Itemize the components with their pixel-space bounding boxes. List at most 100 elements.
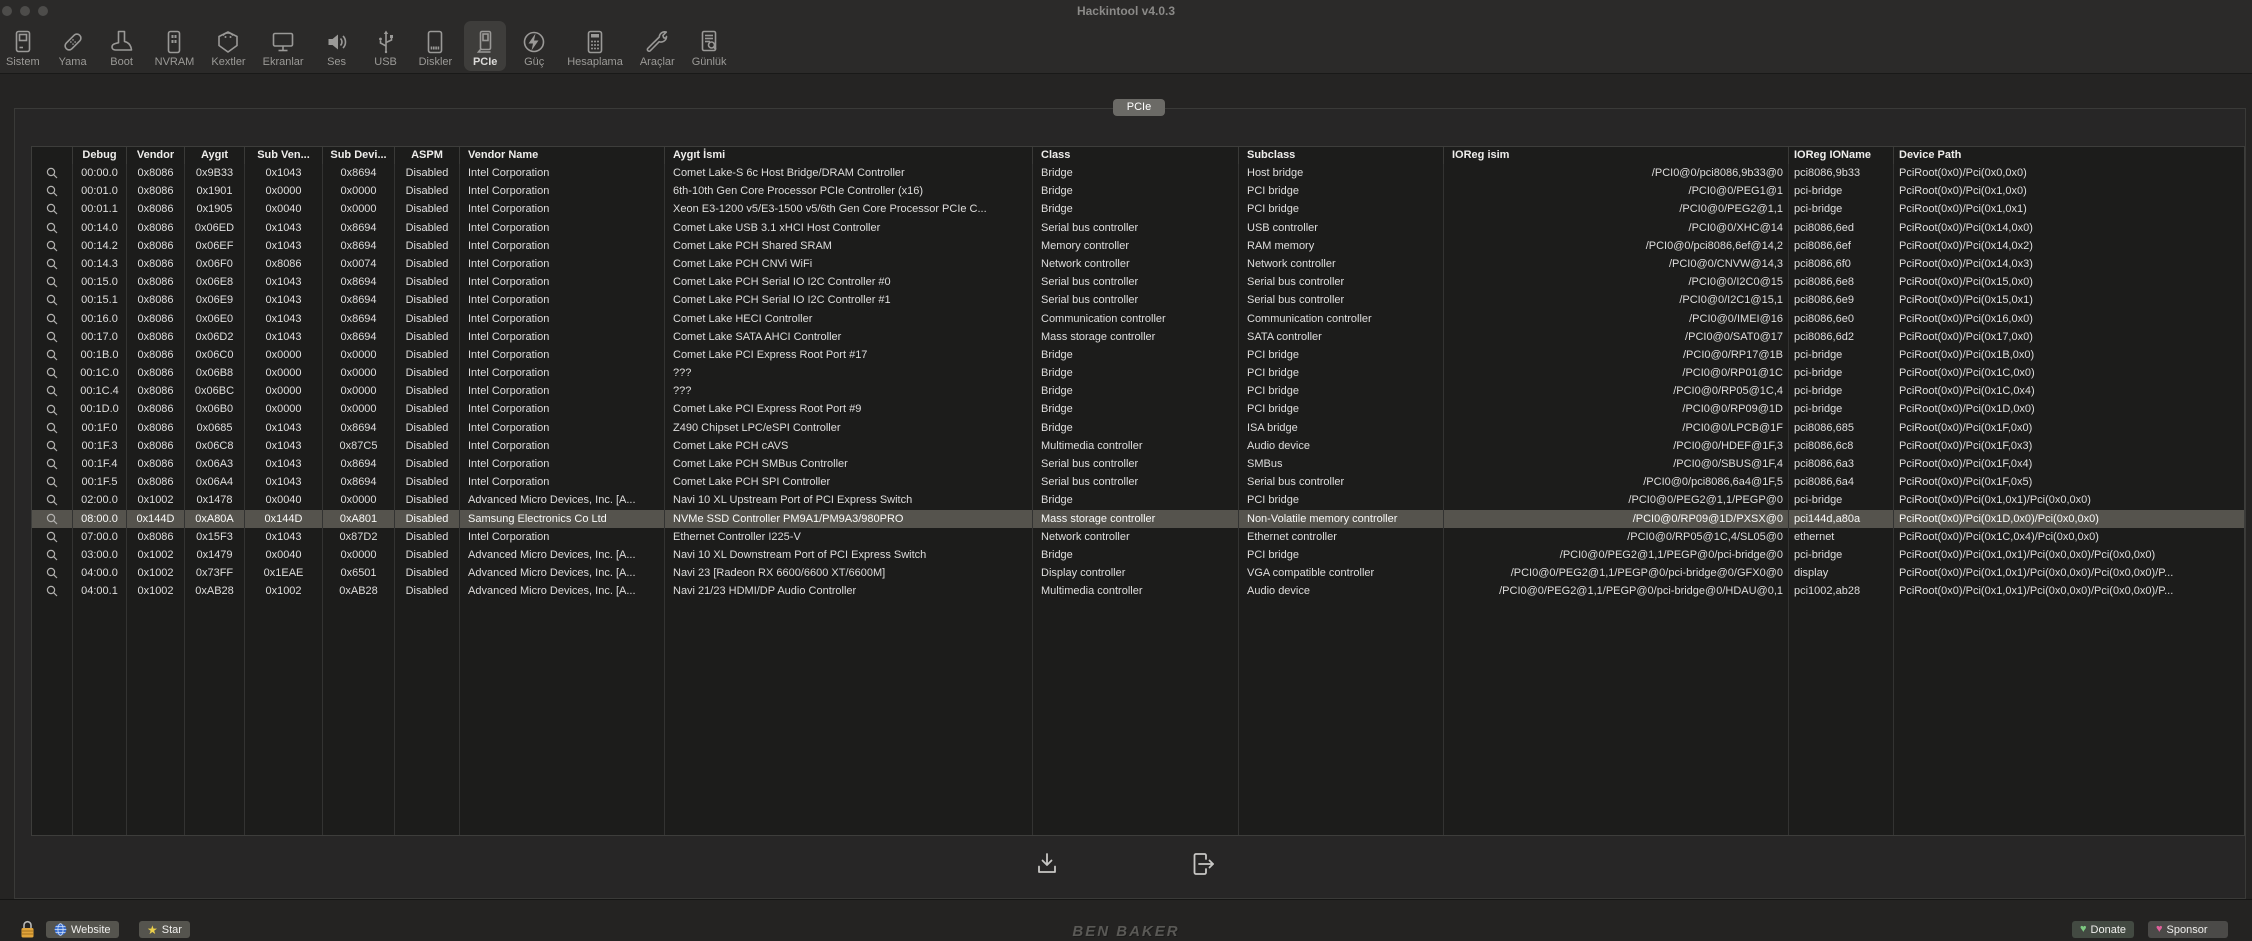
column-header-ioreg_ioname[interactable]: IOReg IOName	[1789, 147, 1894, 164]
table-row[interactable]: 00:15.1 0x8086 0x06E9 0x1043 0x8694 Disa…	[32, 291, 2244, 309]
inspect-button[interactable]	[32, 510, 73, 528]
inspect-button[interactable]	[32, 419, 73, 437]
table-row[interactable]: 00:17.0 0x8086 0x06D2 0x1043 0x8694 Disa…	[32, 328, 2244, 346]
inspect-button[interactable]	[32, 310, 73, 328]
table-row[interactable]: 00:1F.0 0x8086 0x0685 0x1043 0x8694 Disa…	[32, 419, 2244, 437]
cell-ioreg-ioname: pci8086,6d2	[1789, 328, 1894, 346]
cell-device: 0x06A4	[185, 473, 245, 491]
table-row[interactable]: 00:1C.4 0x8086 0x06BC 0x0000 0x0000 Disa…	[32, 382, 2244, 400]
inspect-button[interactable]	[32, 400, 73, 418]
column-header-debug[interactable]: Debug	[73, 147, 127, 164]
table-row[interactable]: 03:00.0 0x1002 0x1479 0x0040 0x0000 Disa…	[32, 546, 2244, 564]
cell-ioreg-name: /PCI0@0/RP09@1D/PXSX@0	[1444, 510, 1789, 528]
column-header-subclass[interactable]: Subclass	[1239, 147, 1444, 164]
inspect-button[interactable]	[32, 473, 73, 491]
table-row[interactable]: 00:1F.3 0x8086 0x06C8 0x1043 0x87C5 Disa…	[32, 437, 2244, 455]
toolbar-item-ses[interactable]: Ses	[316, 21, 358, 71]
toolbar-item-kextler[interactable]: Kextler	[206, 21, 250, 71]
cell-sub-vendor: 0x1043	[245, 473, 323, 491]
inspect-button[interactable]	[32, 200, 73, 218]
download-button[interactable]	[1032, 851, 1062, 879]
column-header-sub_device[interactable]: Sub Devi...	[323, 147, 395, 164]
cell-vendor-name: Intel Corporation	[460, 455, 665, 473]
table-row[interactable]: 00:16.0 0x8086 0x06E0 0x1043 0x8694 Disa…	[32, 310, 2244, 328]
toolbar-item-yama[interactable]: Yama	[52, 21, 94, 71]
inspect-button[interactable]	[32, 455, 73, 473]
table-row[interactable]: 00:1B.0 0x8086 0x06C0 0x0000 0x0000 Disa…	[32, 346, 2244, 364]
inspect-button[interactable]	[32, 546, 73, 564]
toolbar-item-araclar[interactable]: Araçlar	[635, 21, 680, 71]
table-row[interactable]: 00:14.2 0x8086 0x06EF 0x1043 0x8694 Disa…	[32, 237, 2244, 255]
table-row[interactable]: 00:1F.5 0x8086 0x06A4 0x1043 0x8694 Disa…	[32, 473, 2244, 491]
table-row[interactable]: 00:14.0 0x8086 0x06ED 0x1043 0x8694 Disa…	[32, 219, 2244, 237]
column-header-device[interactable]: Aygıt	[185, 147, 245, 164]
inspect-button[interactable]	[32, 346, 73, 364]
toolbar-item-hesaplama[interactable]: Hesaplama	[562, 21, 628, 71]
inspect-button[interactable]	[32, 437, 73, 455]
inspect-button[interactable]	[32, 328, 73, 346]
table-row[interactable]: 00:14.3 0x8086 0x06F0 0x8086 0x0074 Disa…	[32, 255, 2244, 273]
donate-button[interactable]: ♥ Donate	[2072, 921, 2134, 938]
cell-device: 0x06BC	[185, 382, 245, 400]
column-header-vendor_name[interactable]: Vendor Name	[460, 147, 665, 164]
column-header-class[interactable]: Class	[1033, 147, 1239, 164]
cell-class: Bridge	[1033, 182, 1239, 200]
table-row[interactable]: 00:01.0 0x8086 0x1901 0x0000 0x0000 Disa…	[32, 182, 2244, 200]
tab-pcie[interactable]: PCIe	[1113, 99, 1165, 116]
table-row[interactable]: 04:00.0 0x1002 0x73FF 0x1EAE 0x6501 Disa…	[32, 564, 2244, 582]
column-header-ioreg_name[interactable]: IOReg isim	[1444, 147, 1789, 164]
inspect-button[interactable]	[32, 564, 73, 582]
cell-vendor: 0x1002	[127, 546, 185, 564]
table-row[interactable]: 07:00.0 0x8086 0x15F3 0x1043 0x87D2 Disa…	[32, 528, 2244, 546]
toolbar-item-nvram[interactable]: NVRAM	[150, 21, 200, 71]
column-header-vendor[interactable]: Vendor	[127, 147, 185, 164]
inspect-button[interactable]	[32, 528, 73, 546]
cell-device-path: PciRoot(0x0)/Pci(0x1D,0x0)/Pci(0x0,0x0)	[1894, 510, 2244, 528]
cell-device: 0x06D2	[185, 328, 245, 346]
toolbar-item-pcie[interactable]: PCIe	[464, 21, 506, 71]
table-row[interactable]: 00:00.0 0x8086 0x9B33 0x1043 0x8694 Disa…	[32, 164, 2244, 182]
inspect-button[interactable]	[32, 364, 73, 382]
toolbar-item-boot[interactable]: Boot	[101, 21, 143, 71]
table-row[interactable]: 04:00.1 0x1002 0xAB28 0x1002 0xAB28 Disa…	[32, 582, 2244, 600]
inspect-button[interactable]	[32, 273, 73, 291]
inspect-button[interactable]	[32, 255, 73, 273]
toolbar-item-ekranlar[interactable]: Ekranlar	[258, 21, 309, 71]
cell-ioreg-name: /PCI0@0/I2C1@15,1	[1444, 291, 1789, 309]
toolbar-item-guc[interactable]: Güç	[513, 21, 555, 71]
table-row[interactable]: 00:15.0 0x8086 0x06E8 0x1043 0x8694 Disa…	[32, 273, 2244, 291]
table-row[interactable]: 00:1F.4 0x8086 0x06A3 0x1043 0x8694 Disa…	[32, 455, 2244, 473]
table-row[interactable]: 00:01.1 0x8086 0x1905 0x0040 0x0000 Disa…	[32, 200, 2244, 218]
table-row[interactable]: 08:00.0 0x144D 0xA80A 0x144D 0xA801 Disa…	[32, 510, 2244, 528]
inspect-button[interactable]	[32, 164, 73, 182]
export-button[interactable]	[1188, 851, 1218, 879]
inspect-button[interactable]	[32, 582, 73, 600]
column-header-device_path[interactable]: Device Path	[1894, 147, 2244, 164]
cell-device-path: PciRoot(0x0)/Pci(0x1F,0x3)	[1894, 437, 2244, 455]
toolbar-item-diskler[interactable]: Diskler	[414, 21, 458, 71]
cell-device: 0x1901	[185, 182, 245, 200]
inspect-button[interactable]	[32, 291, 73, 309]
inspect-button[interactable]	[32, 219, 73, 237]
search-icon	[46, 240, 58, 252]
cell-device: 0x06ED	[185, 219, 245, 237]
inspect-button[interactable]	[32, 182, 73, 200]
inspect-button[interactable]	[32, 237, 73, 255]
toolbar-item-gunluk[interactable]: Günlük	[687, 21, 732, 71]
sponsor-button[interactable]: ♥ Sponsor	[2148, 921, 2228, 938]
table-row[interactable]: 00:1C.0 0x8086 0x06B8 0x0000 0x0000 Disa…	[32, 364, 2244, 382]
column-header-device_name[interactable]: Aygıt İsmi	[665, 147, 1033, 164]
toolbar-item-usb[interactable]: USB	[365, 21, 407, 71]
cell-device-path: PciRoot(0x0)/Pci(0x1C,0x4)	[1894, 382, 2244, 400]
toolbar-item-sistem[interactable]: Sistem	[1, 21, 45, 71]
inspect-button[interactable]	[32, 491, 73, 509]
column-header-find[interactable]	[32, 147, 73, 164]
table-row[interactable]: 02:00.0 0x1002 0x1478 0x0040 0x0000 Disa…	[32, 491, 2244, 509]
cell-vendor-name: Intel Corporation	[460, 400, 665, 418]
cell-sub-vendor: 0x1EAE	[245, 564, 323, 582]
table-row[interactable]: 00:1D.0 0x8086 0x06B0 0x0000 0x0000 Disa…	[32, 400, 2244, 418]
inspect-button[interactable]	[32, 382, 73, 400]
column-header-sub_vendor[interactable]: Sub Ven...	[245, 147, 323, 164]
grid-column	[185, 601, 245, 836]
column-header-aspm[interactable]: ASPM	[395, 147, 460, 164]
